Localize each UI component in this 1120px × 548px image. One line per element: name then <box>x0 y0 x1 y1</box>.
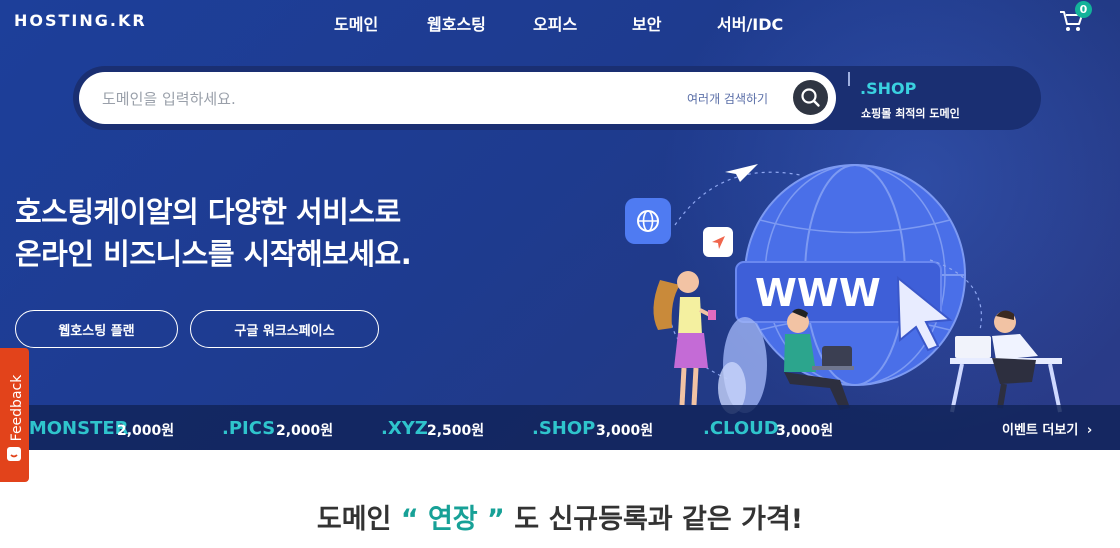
www-label: WWW <box>755 271 881 315</box>
feedback-label[interactable]: Feedback <box>9 353 25 463</box>
chevron-right-icon: › <box>1086 423 1093 438</box>
heading-prefix: 도메인 <box>316 504 392 535</box>
promo-description: 쇼핑몰 최적의 도메인 <box>861 107 960 120</box>
promo-tld[interactable]: .SHOP <box>860 79 916 98</box>
globe-app-icon <box>625 198 671 244</box>
hero-headline-line2: 온라인 비즈니스를 시작해보세요. <box>15 237 412 271</box>
ticker-price: 2,000원 <box>276 423 334 439</box>
navigation-app-icon <box>703 227 733 257</box>
ticker-tld[interactable]: .PICS <box>222 418 275 439</box>
webhosting-plan-button[interactable]: 웹호스팅 플랜 <box>15 310 178 348</box>
nav-item-domain[interactable]: 도메인 <box>334 11 378 35</box>
nav-item-webhosting[interactable]: 웹호스팅 <box>427 11 486 35</box>
search-button[interactable] <box>793 80 828 115</box>
nav-item-office[interactable]: 오피스 <box>533 11 577 35</box>
hero-headline-line1: 호스팅케이알의 다양한 서비스로 <box>15 195 401 229</box>
ticker-tld[interactable]: .SHOP <box>532 418 595 439</box>
ticker-tld[interactable]: .MONSTER <box>22 418 129 439</box>
logo[interactable]: HOSTING.KR <box>14 11 147 30</box>
search-icon <box>801 88 820 107</box>
hero-illustration: WWW <box>625 164 1062 414</box>
ticker-price: 3,000원 <box>776 423 834 439</box>
cart-count-badge: 0 <box>1075 1 1092 18</box>
ticker-tld[interactable]: .CLOUD <box>703 418 779 439</box>
event-more-label: 이벤트 더보기 <box>1002 423 1079 438</box>
domain-search-input[interactable] <box>100 86 644 112</box>
section-heading: 도메인 “ 연장 ” 도 신규등록과 같은 가격! <box>0 497 1120 536</box>
ticker-price: 2,500원 <box>427 423 485 439</box>
ticker-price: 2,000원 <box>117 423 175 439</box>
multi-search-link[interactable]: 여러개 검색하기 <box>687 90 768 107</box>
nav-item-server-idc[interactable]: 서버/IDC <box>717 11 783 35</box>
promo-divider <box>848 72 850 86</box>
woman-figure <box>653 271 716 406</box>
ticker-price: 3,000원 <box>596 423 654 439</box>
google-workspace-button[interactable]: 구글 워크스페이스 <box>190 310 379 348</box>
hero-headline: 호스팅케이알의 다양한 서비스로 온라인 비즈니스를 시작해보세요. <box>15 191 412 275</box>
nav-item-security[interactable]: 보안 <box>632 11 661 35</box>
event-more-link[interactable]: 이벤트 더보기 › <box>1002 419 1092 438</box>
heading-highlight: “ 연장 ” <box>400 504 505 535</box>
man-at-desk-figure <box>950 310 1062 413</box>
heading-suffix: 도 신규등록과 같은 가격! <box>514 504 804 535</box>
ticker-tld[interactable]: .XYZ <box>381 418 428 439</box>
